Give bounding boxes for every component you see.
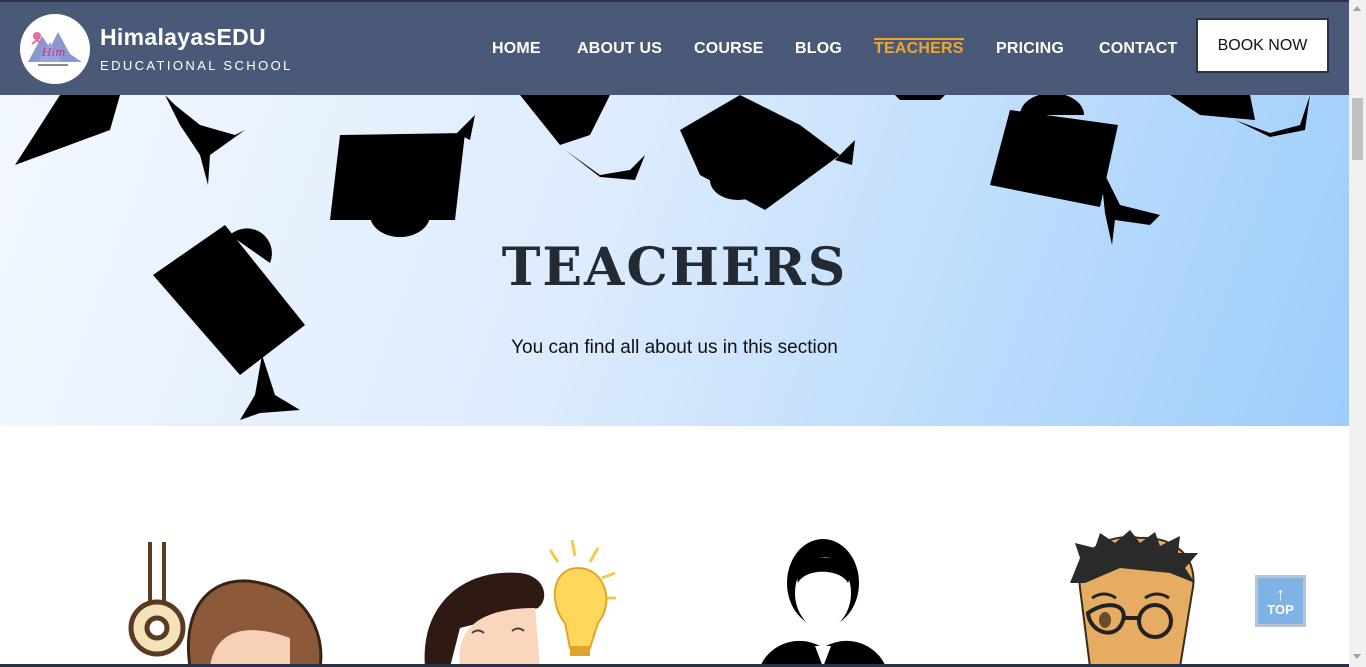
page-subtitle: You can find all about us in this sectio… (511, 337, 838, 358)
teacher-avatar-4[interactable] (1060, 528, 1205, 667)
brand-name[interactable]: HimalayasEDU (100, 24, 266, 51)
nav-item-home[interactable]: HOME (492, 40, 541, 58)
scroll-up-icon[interactable] (1353, 6, 1361, 11)
nav-item-pricing[interactable]: PRICING (996, 40, 1064, 58)
book-now-button[interactable]: BOOK NOW (1196, 18, 1329, 73)
teacher-avatar-2[interactable] (420, 528, 635, 667)
teacher-avatar-3[interactable] (760, 528, 890, 667)
navbar: Him HimalayasEDU EDUCATIONAL SCHOOL HOME… (0, 0, 1349, 95)
brand-subtitle: EDUCATIONAL SCHOOL (100, 58, 293, 73)
school-logo[interactable]: Him (20, 14, 90, 84)
nav-item-blog[interactable]: BLOG (795, 40, 842, 58)
arrow-up-icon: ↑ (1276, 583, 1285, 604)
page-title: TEACHERS (501, 237, 848, 298)
svg-text:Him: Him (41, 46, 66, 59)
vertical-scrollbar[interactable] (1349, 0, 1366, 667)
nav-item-teachers[interactable]: TEACHERS (874, 38, 964, 58)
scrollbar-thumb[interactable] (1352, 98, 1363, 160)
scroll-down-icon[interactable] (1353, 654, 1361, 659)
back-to-top-label: TOP (1267, 601, 1294, 617)
nav-item-about-us[interactable]: ABOUT US (577, 40, 662, 58)
teacher-avatar-1[interactable] (120, 528, 330, 667)
nav-item-course[interactable]: COURSE (694, 40, 764, 58)
back-to-top-button[interactable]: ↑ TOP (1255, 575, 1306, 627)
nav-item-contact[interactable]: CONTACT (1099, 40, 1177, 58)
hero-banner: TEACHERS You can find all about us in th… (0, 95, 1349, 426)
